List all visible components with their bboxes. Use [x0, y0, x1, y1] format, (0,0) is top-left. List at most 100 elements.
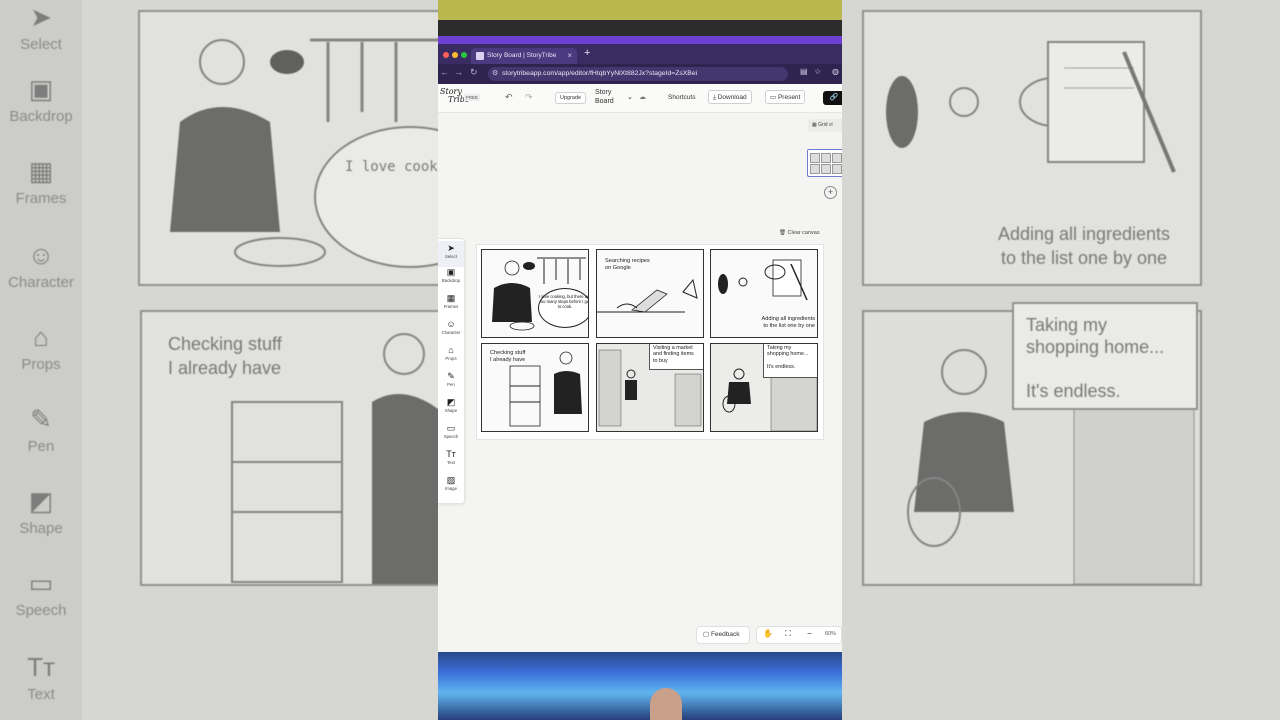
tool-image[interactable]: ▨ Image	[438, 475, 464, 491]
free-plan-badge: FREE	[464, 94, 481, 101]
background-panel-shopping: Taking my shopping home... It's endless.	[862, 302, 1202, 586]
grid-view-toggle[interactable]: ▦ Grid vi	[808, 119, 842, 132]
tool-frames[interactable]: ▦ Frames	[438, 293, 464, 309]
tool-character[interactable]: ☺ Character	[438, 319, 464, 335]
present-icon: ▭	[770, 94, 778, 101]
storyboard-panel-4[interactable]: Checking stuff I already have	[481, 343, 589, 432]
tool-shape[interactable]: ◩ Shape	[438, 397, 464, 413]
panel-5-caption[interactable]: Visiting a market and finding items to b…	[649, 344, 703, 370]
minimize-window-dot[interactable]	[452, 52, 458, 58]
extension-icon[interactable]: ◍	[832, 67, 839, 76]
address-bar[interactable]: ⚙ storytribeapp.com/app/editor/fHtqbYyNl…	[488, 67, 788, 81]
tool-props[interactable]: ⌂ Props	[438, 345, 464, 361]
trash-icon: 🗑	[779, 230, 788, 236]
document-title[interactable]: Story Board	[595, 88, 614, 106]
background-panel-ingredients: Adding all ingredients to the list one b…	[862, 10, 1202, 286]
phone-capture: Story Board | StoryTribe × + ← → ↻ ⚙ sto…	[438, 0, 842, 720]
background-tool-text: Tт Text	[27, 652, 55, 703]
finger-pointer	[650, 688, 682, 720]
redo-icon[interactable]: ↷	[525, 92, 533, 103]
new-tab-plus-icon[interactable]: +	[584, 47, 590, 59]
favicon-icon	[476, 52, 484, 60]
background-right-blur: Adding all ingredients to the list one b…	[842, 0, 1280, 720]
photo-icon: ▨	[446, 475, 456, 485]
feedback-button[interactable]: ▢ Feedback	[696, 626, 750, 644]
storyboard-panel-6[interactable]: Taking my shopping home... It's endless.	[710, 343, 818, 432]
storyboard-canvas[interactable]: I love cooking, but there are too many s…	[476, 244, 824, 440]
storytribe-app: Story Tribe FREE ↶ ↷ Upgrade Story Board…	[438, 84, 842, 652]
background-tool-shape: ◩ Shape	[19, 486, 63, 537]
background-panel-fridge: Checking stuff I already have	[140, 310, 438, 586]
tool-backdrop[interactable]: ▣ Backdrop	[438, 267, 464, 283]
background-tool-select: ➤ Select	[20, 2, 62, 53]
zoom-out-icon[interactable]: −	[807, 629, 812, 638]
background-tool-rail: ➤ Select ▣ Backdrop ▦ Frames ☺ Character ⌂ Pr…	[0, 0, 82, 720]
speech-icon: ▭	[446, 423, 456, 433]
speech-bubble-panel-1[interactable]: I love cooking, but there are too many s…	[538, 288, 588, 328]
forward-arrow-icon[interactable]: →	[454, 67, 463, 77]
panel-4-caption[interactable]: Checking stuff I already have	[490, 350, 525, 363]
storyboard-panel-3[interactable]: Adding all ingredients to the list one b…	[710, 249, 818, 338]
link-icon: 🔗	[829, 94, 839, 101]
text-icon: Tт	[446, 449, 456, 459]
page-icon[interactable]: ▤	[800, 67, 808, 76]
tab-close-icon[interactable]: ×	[567, 48, 572, 64]
tab-title: Story Board | StoryTribe	[487, 52, 557, 59]
background-tool-props: ⌂ Props	[21, 322, 61, 373]
close-window-dot[interactable]	[443, 52, 449, 58]
monitor-bezel	[438, 20, 842, 36]
upgrade-button[interactable]: Upgrade	[555, 92, 587, 104]
sofa-icon: ⌂	[448, 345, 454, 355]
maximize-window-dot[interactable]	[461, 52, 467, 58]
undo-icon[interactable]: ↶	[505, 92, 513, 103]
browser-tab-bar: Story Board | StoryTribe × +	[438, 44, 842, 64]
storyboard-panel-1[interactable]: I love cooking, but there are too many s…	[481, 249, 589, 338]
download-button[interactable]: ⤓ Download	[708, 90, 752, 104]
background-caption-shopping: Taking my shopping home... It's endless.	[1012, 302, 1198, 410]
panel-3-caption[interactable]: Adding all ingredients to the list one b…	[751, 316, 816, 329]
fridge-illustration	[231, 333, 438, 584]
zoom-level[interactable]: 60%	[825, 631, 836, 637]
background-tool-speech: ▭ Speech	[15, 568, 67, 619]
present-button[interactable]: ▭ Present	[765, 90, 806, 104]
page-thumbnail[interactable]	[807, 149, 842, 177]
canvas-controls: ✋ ⛶ − 60%	[756, 626, 842, 644]
back-arrow-icon[interactable]: ←	[440, 67, 449, 77]
address-url: storytribeapp.com/app/editor/fHtqbYyNlXt…	[502, 70, 698, 77]
background-tool-character: ☺ Character	[8, 240, 74, 291]
cloud-saved-icon: ☁	[639, 94, 646, 101]
background-bubble-text: I love cooking, but there are too many s…	[345, 159, 438, 175]
tool-sidebar: ➤ Select ▣ Backdrop ▦ Frames ☺ Character ⌂ Pr…	[438, 238, 465, 504]
app-header: Story Tribe FREE ↶ ↷ Upgrade Story Board…	[438, 84, 842, 113]
panel-2-caption[interactable]: Searching recipes on Google	[605, 258, 650, 271]
share-link-button[interactable]: 🔗	[823, 91, 842, 105]
bookmark-star-icon[interactable]: ☆	[814, 67, 821, 76]
add-page-plus-icon[interactable]: +	[824, 186, 837, 199]
clear-canvas-button[interactable]: 🗑 Clear canvas	[779, 230, 820, 236]
tool-select[interactable]: ➤ Select	[438, 241, 464, 267]
storyboard-panel-5[interactable]: Visiting a market and finding items to b…	[596, 343, 704, 432]
feedback-icon: ▢	[703, 631, 711, 638]
monitor-lower-edge	[438, 652, 842, 720]
grid-icon: ▦	[446, 293, 456, 303]
cursor-icon: ➤	[447, 243, 455, 253]
reload-icon[interactable]: ↻	[470, 67, 478, 78]
browser-tab-active[interactable]: Story Board | StoryTribe ×	[471, 48, 577, 64]
background-tool-frames: ▦ Frames	[15, 156, 67, 207]
pen-icon: ✎	[447, 371, 455, 381]
title-dropdown-chevron-icon[interactable]: ⌄	[627, 93, 633, 101]
browser-toolbar: ← → ↻ ⚙ storytribeapp.com/app/editor/fHt…	[438, 64, 842, 84]
background-left-blur: ➤ Select ▣ Backdrop ▦ Frames ☺ Character ⌂ Pr…	[0, 0, 438, 720]
background-tool-pen: ✎ Pen	[27, 404, 55, 455]
panel-6-caption[interactable]: Taking my shopping home... It's endless.	[763, 344, 817, 378]
tool-speech[interactable]: ▭ Speech	[438, 423, 464, 439]
image-frame-icon: ▣	[446, 267, 456, 277]
shortcuts-button[interactable]: Shortcuts	[668, 94, 695, 101]
fit-screen-icon[interactable]: ⛶	[785, 629, 791, 639]
site-settings-icon[interactable]: ⚙	[492, 70, 498, 78]
hand-pan-icon[interactable]: ✋	[763, 629, 773, 638]
cooking-illustration	[170, 38, 438, 268]
storyboard-panel-2[interactable]: Searching recipes on Google	[596, 249, 704, 338]
tool-pen[interactable]: ✎ Pen	[438, 371, 464, 387]
tool-text[interactable]: Tт Text	[438, 449, 464, 465]
